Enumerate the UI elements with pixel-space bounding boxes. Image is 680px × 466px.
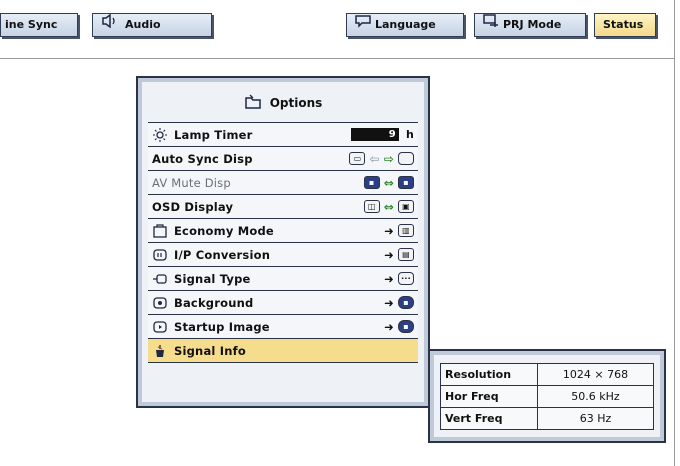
left-right-arrow-icon: ⇔	[383, 175, 394, 190]
row-label: AV Mute Disp	[152, 175, 231, 190]
lamp-sun-icon	[152, 127, 168, 143]
info-key: Hor Freq	[440, 385, 538, 408]
option-off-icon: ▭	[349, 152, 366, 165]
table-row: Vert Freq 63 Hz	[440, 407, 654, 430]
row-label: Background	[174, 295, 254, 310]
info-key: Resolution	[440, 363, 538, 386]
signal-connector-icon	[152, 271, 168, 287]
table-row: Hor Freq 50.6 kHz	[440, 385, 654, 408]
tab-label: ine Sync	[5, 18, 58, 31]
tab-line-sync[interactable]: ine Sync	[0, 13, 78, 37]
option-a-icon: ▪	[363, 176, 380, 189]
osd-display-toggle[interactable]: ◫ ⇔ ▣	[363, 199, 414, 214]
row-label: I/P Conversion	[174, 247, 271, 262]
options-folder-icon	[244, 94, 262, 113]
info-value: 50.6 kHz	[537, 385, 654, 408]
menu-row-av-mute-disp[interactable]: AV Mute Disp ▪ ⇔ ▪	[148, 171, 418, 195]
row-label: Economy Mode	[174, 223, 274, 238]
startup-image-icon	[152, 319, 168, 335]
speaker-icon	[101, 13, 117, 36]
menu-row-background[interactable]: Background ➜ ▪	[148, 291, 418, 315]
menu-row-signal-info[interactable]: Signal Info	[148, 339, 418, 363]
speech-bubble-icon	[355, 14, 371, 36]
signal-info-panel: Resolution 1024 × 768 Hor Freq 50.6 kHz …	[428, 349, 666, 443]
table-row: Resolution 1024 × 768	[440, 363, 654, 386]
row-label: Signal Type	[174, 271, 251, 286]
tab-label: PRJ Mode	[503, 18, 562, 31]
menu-row-osd-display[interactable]: OSD Display ◫ ⇔ ▣	[148, 195, 418, 219]
av-mute-toggle[interactable]: ▪ ⇔ ▪	[363, 175, 414, 190]
submenu-preview-icon: ···	[398, 272, 414, 285]
submenu-arrow-icon: ➜	[384, 295, 394, 310]
row-label: Signal Info	[174, 343, 246, 358]
left-right-arrow-icon: ⇔	[383, 199, 394, 214]
submenu-preview-icon: ▪	[398, 320, 414, 333]
submenu-preview-icon: ▤	[398, 248, 414, 261]
options-menu-panel: Options Lamp Timer 9 h Auto Sync Disp ▭ …	[136, 76, 430, 408]
menu-row-economy-mode[interactable]: Economy Mode ➜ ▥	[148, 219, 418, 243]
menu-row-lamp-timer[interactable]: Lamp Timer 9 h	[148, 123, 418, 147]
option-b-icon: ▪	[398, 176, 414, 189]
osd-on-icon: ◫	[363, 200, 380, 213]
menu-row-ip-conversion[interactable]: I/P Conversion ➜ ▤	[148, 243, 418, 267]
projector-mode-icon	[483, 14, 499, 36]
info-key: Vert Freq	[440, 407, 538, 430]
signal-info-icon	[152, 343, 168, 359]
osd-off-icon: ▣	[398, 200, 414, 213]
auto-sync-toggle[interactable]: ▭ ⇦ ⇨	[349, 152, 414, 165]
info-value: 63 Hz	[537, 407, 654, 430]
tab-audio[interactable]: Audio	[92, 13, 212, 37]
submenu-arrow-icon: ➜	[384, 319, 394, 334]
options-title-bar: Options	[148, 86, 418, 120]
submenu-arrow-icon: ➜	[384, 223, 394, 238]
tab-prj-mode[interactable]: PRJ Mode	[474, 13, 586, 37]
submenu-preview-icon: ▥	[398, 224, 414, 237]
row-label: OSD Display	[152, 199, 234, 214]
submenu-preview-icon: ▪	[398, 296, 414, 309]
right-arrow-icon: ⇨	[383, 151, 394, 166]
tab-label: Audio	[125, 18, 161, 31]
economy-icon	[152, 223, 168, 239]
signal-info-table: Resolution 1024 × 768 Hor Freq 50.6 kHz …	[440, 363, 654, 430]
menu-row-auto-sync-disp[interactable]: Auto Sync Disp ▭ ⇦ ⇨	[148, 147, 418, 171]
tab-status[interactable]: Status	[594, 13, 656, 37]
submenu-arrow-icon: ➜	[384, 247, 394, 262]
lamp-hours-unit: h	[405, 128, 414, 141]
tab-label: Language	[375, 18, 436, 31]
background-icon	[152, 295, 168, 311]
lamp-hours-value: 9	[350, 128, 399, 141]
tab-label: Status	[603, 18, 644, 31]
left-arrow-icon: ⇦	[369, 151, 380, 166]
tab-divider	[0, 58, 675, 59]
row-label: Auto Sync Disp	[152, 151, 253, 166]
options-title: Options	[269, 96, 323, 110]
ip-conversion-icon	[152, 247, 168, 263]
options-list: Lamp Timer 9 h Auto Sync Disp ▭ ⇦ ⇨ AV M…	[148, 122, 418, 363]
row-label: Lamp Timer	[174, 127, 253, 142]
row-label: Startup Image	[174, 319, 270, 334]
submenu-arrow-icon: ➜	[384, 271, 394, 286]
info-value: 1024 × 768	[537, 363, 654, 386]
option-on-icon	[398, 152, 414, 165]
tab-language[interactable]: Language	[346, 13, 464, 37]
menu-row-signal-type[interactable]: Signal Type ➜ ···	[148, 267, 418, 291]
menu-row-startup-image[interactable]: Startup Image ➜ ▪	[148, 315, 418, 339]
